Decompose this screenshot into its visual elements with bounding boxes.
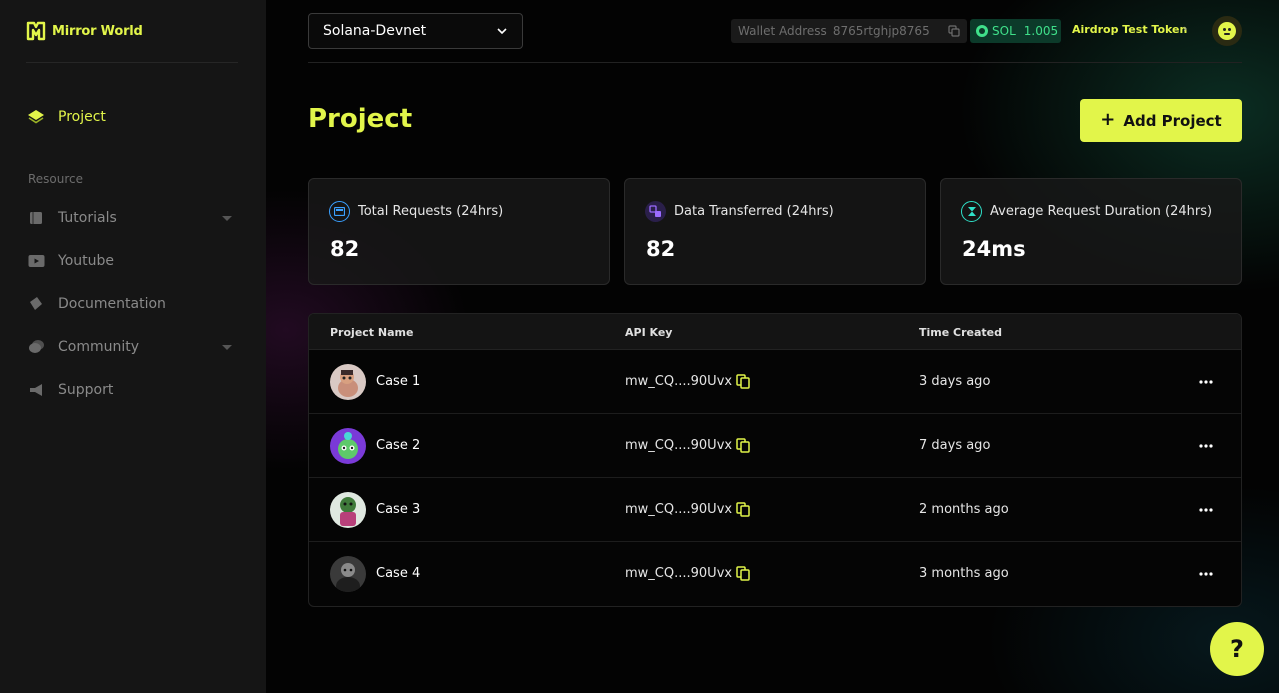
- copy-icon[interactable]: [736, 502, 750, 517]
- project-avatar: [330, 556, 366, 592]
- copy-icon[interactable]: [736, 374, 750, 389]
- sidebar-item-tutorials[interactable]: Tutorials: [26, 206, 236, 230]
- layers-icon: [26, 107, 46, 127]
- column-header-time-created: Time Created: [919, 326, 1002, 339]
- network-select-value: Solana-Devnet: [323, 23, 427, 39]
- transfer-icon: [645, 201, 666, 222]
- sol-balance: 1.005: [1023, 24, 1059, 38]
- sidebar-item-project[interactable]: Project: [26, 105, 236, 129]
- plus-icon: +: [1100, 109, 1116, 130]
- copy-icon[interactable]: [736, 566, 750, 581]
- project-name: Case 3: [376, 502, 421, 517]
- table-row[interactable]: Case 2 mw_CQ....90Uvx 7 days ago: [309, 414, 1241, 478]
- stat-value: 24ms: [962, 237, 1026, 261]
- megaphone-icon: [26, 380, 46, 400]
- brand-name: Mirror World: [52, 23, 143, 39]
- copy-icon[interactable]: [736, 438, 750, 453]
- add-project-button[interactable]: + Add Project: [1080, 99, 1242, 142]
- projects-table: Project Name API Key Time Created Case 1…: [308, 313, 1242, 607]
- project-name: Case 4: [376, 566, 421, 581]
- sidebar-item-support[interactable]: Support: [26, 378, 236, 402]
- stat-card-total-requests: Total Requests (24hrs) 82: [308, 178, 610, 285]
- help-button[interactable]: ?: [1210, 622, 1264, 676]
- table-header: Project Name API Key Time Created: [309, 314, 1241, 350]
- copy-icon[interactable]: [948, 25, 960, 37]
- project-avatar: [330, 428, 366, 464]
- table-row[interactable]: Case 3 mw_CQ....90Uvx 2 months ago: [309, 478, 1241, 542]
- add-project-label: Add Project: [1123, 111, 1222, 130]
- page-title: Project: [308, 104, 413, 134]
- mirror-world-logo-icon: [26, 21, 46, 41]
- sidebar-item-documentation[interactable]: Documentation: [26, 292, 236, 316]
- column-header-project-name: Project Name: [330, 326, 414, 339]
- stat-label: Average Request Duration (24hrs): [990, 204, 1213, 219]
- api-key: mw_CQ....90Uvx: [625, 374, 733, 389]
- chevron-down-icon: [497, 28, 507, 35]
- time-created: 7 days ago: [919, 438, 991, 453]
- wallet-label: Wallet Address: [738, 24, 827, 38]
- table-row[interactable]: Case 1 mw_CQ....90Uvx 3 days ago: [309, 350, 1241, 414]
- chevron-down-icon: [222, 344, 232, 350]
- stat-label: Total Requests (24hrs): [358, 204, 504, 219]
- more-options-icon[interactable]: [1191, 370, 1221, 394]
- sidebar-item-label: Project: [58, 109, 106, 125]
- sol-balance-badge: SOL 1.005: [970, 19, 1061, 43]
- wallet-address-box: Wallet Address 8765rtghjp8765: [731, 19, 967, 43]
- more-options-icon[interactable]: [1191, 562, 1221, 586]
- chat-icon: [26, 337, 46, 357]
- stat-card-data-transferred: Data Transferred (24hrs) 82: [624, 178, 926, 285]
- document-icon: [26, 294, 46, 314]
- main-content: Solana-Devnet Wallet Address 8765rtghjp8…: [266, 0, 1279, 693]
- book-icon: [26, 208, 46, 228]
- table-row[interactable]: Case 4 mw_CQ....90Uvx 3 months ago: [309, 542, 1241, 606]
- more-options-icon[interactable]: [1191, 434, 1221, 458]
- sidebar-item-label: Documentation: [58, 296, 166, 312]
- sidebar-item-label: Support: [58, 382, 114, 398]
- api-key: mw_CQ....90Uvx: [625, 438, 733, 453]
- network-select[interactable]: Solana-Devnet: [308, 13, 523, 49]
- column-header-api-key: API Key: [625, 326, 673, 339]
- stat-value: 82: [646, 237, 676, 261]
- time-created: 3 days ago: [919, 374, 991, 389]
- section-label-resource: Resource: [28, 172, 84, 186]
- api-key: mw_CQ....90Uvx: [625, 566, 733, 581]
- sidebar-item-community[interactable]: Community: [26, 335, 236, 359]
- logo[interactable]: Mirror World: [26, 20, 143, 42]
- user-avatar[interactable]: [1212, 16, 1242, 46]
- project-name: Case 2: [376, 438, 421, 453]
- sidebar-item-label: Youtube: [58, 253, 114, 269]
- stat-label: Data Transferred (24hrs): [674, 204, 834, 219]
- hourglass-icon: [961, 201, 982, 222]
- youtube-icon: [26, 251, 46, 271]
- smiley-icon: [1218, 22, 1236, 40]
- chevron-right-icon: ›: [1183, 22, 1188, 35]
- chevron-down-icon: [222, 215, 232, 221]
- header-divider: [308, 62, 1242, 63]
- api-key: mw_CQ....90Uvx: [625, 502, 733, 517]
- sol-symbol: SOL: [992, 24, 1016, 38]
- sidebar-divider: [26, 62, 238, 63]
- wallet-address: 8765rtghjp8765: [832, 24, 930, 38]
- sidebar-item-label: Community: [58, 339, 140, 355]
- airdrop-test-token-link[interactable]: Airdrop Test Token: [1072, 23, 1187, 36]
- stat-value: 82: [330, 237, 360, 261]
- stat-card-average-duration: Average Request Duration (24hrs) 24ms: [940, 178, 1242, 285]
- time-created: 2 months ago: [919, 502, 1009, 517]
- more-options-icon[interactable]: [1191, 498, 1221, 522]
- project-avatar: [330, 492, 366, 528]
- time-created: 3 months ago: [919, 566, 1009, 581]
- solana-icon: [976, 25, 988, 37]
- sidebar-item-youtube[interactable]: Youtube: [26, 249, 236, 273]
- sidebar: Mirror World Project Resource Tutorials …: [0, 0, 266, 693]
- project-name: Case 1: [376, 374, 421, 389]
- monitor-icon: [329, 201, 350, 222]
- project-avatar: [330, 364, 366, 400]
- sidebar-item-label: Tutorials: [58, 210, 117, 226]
